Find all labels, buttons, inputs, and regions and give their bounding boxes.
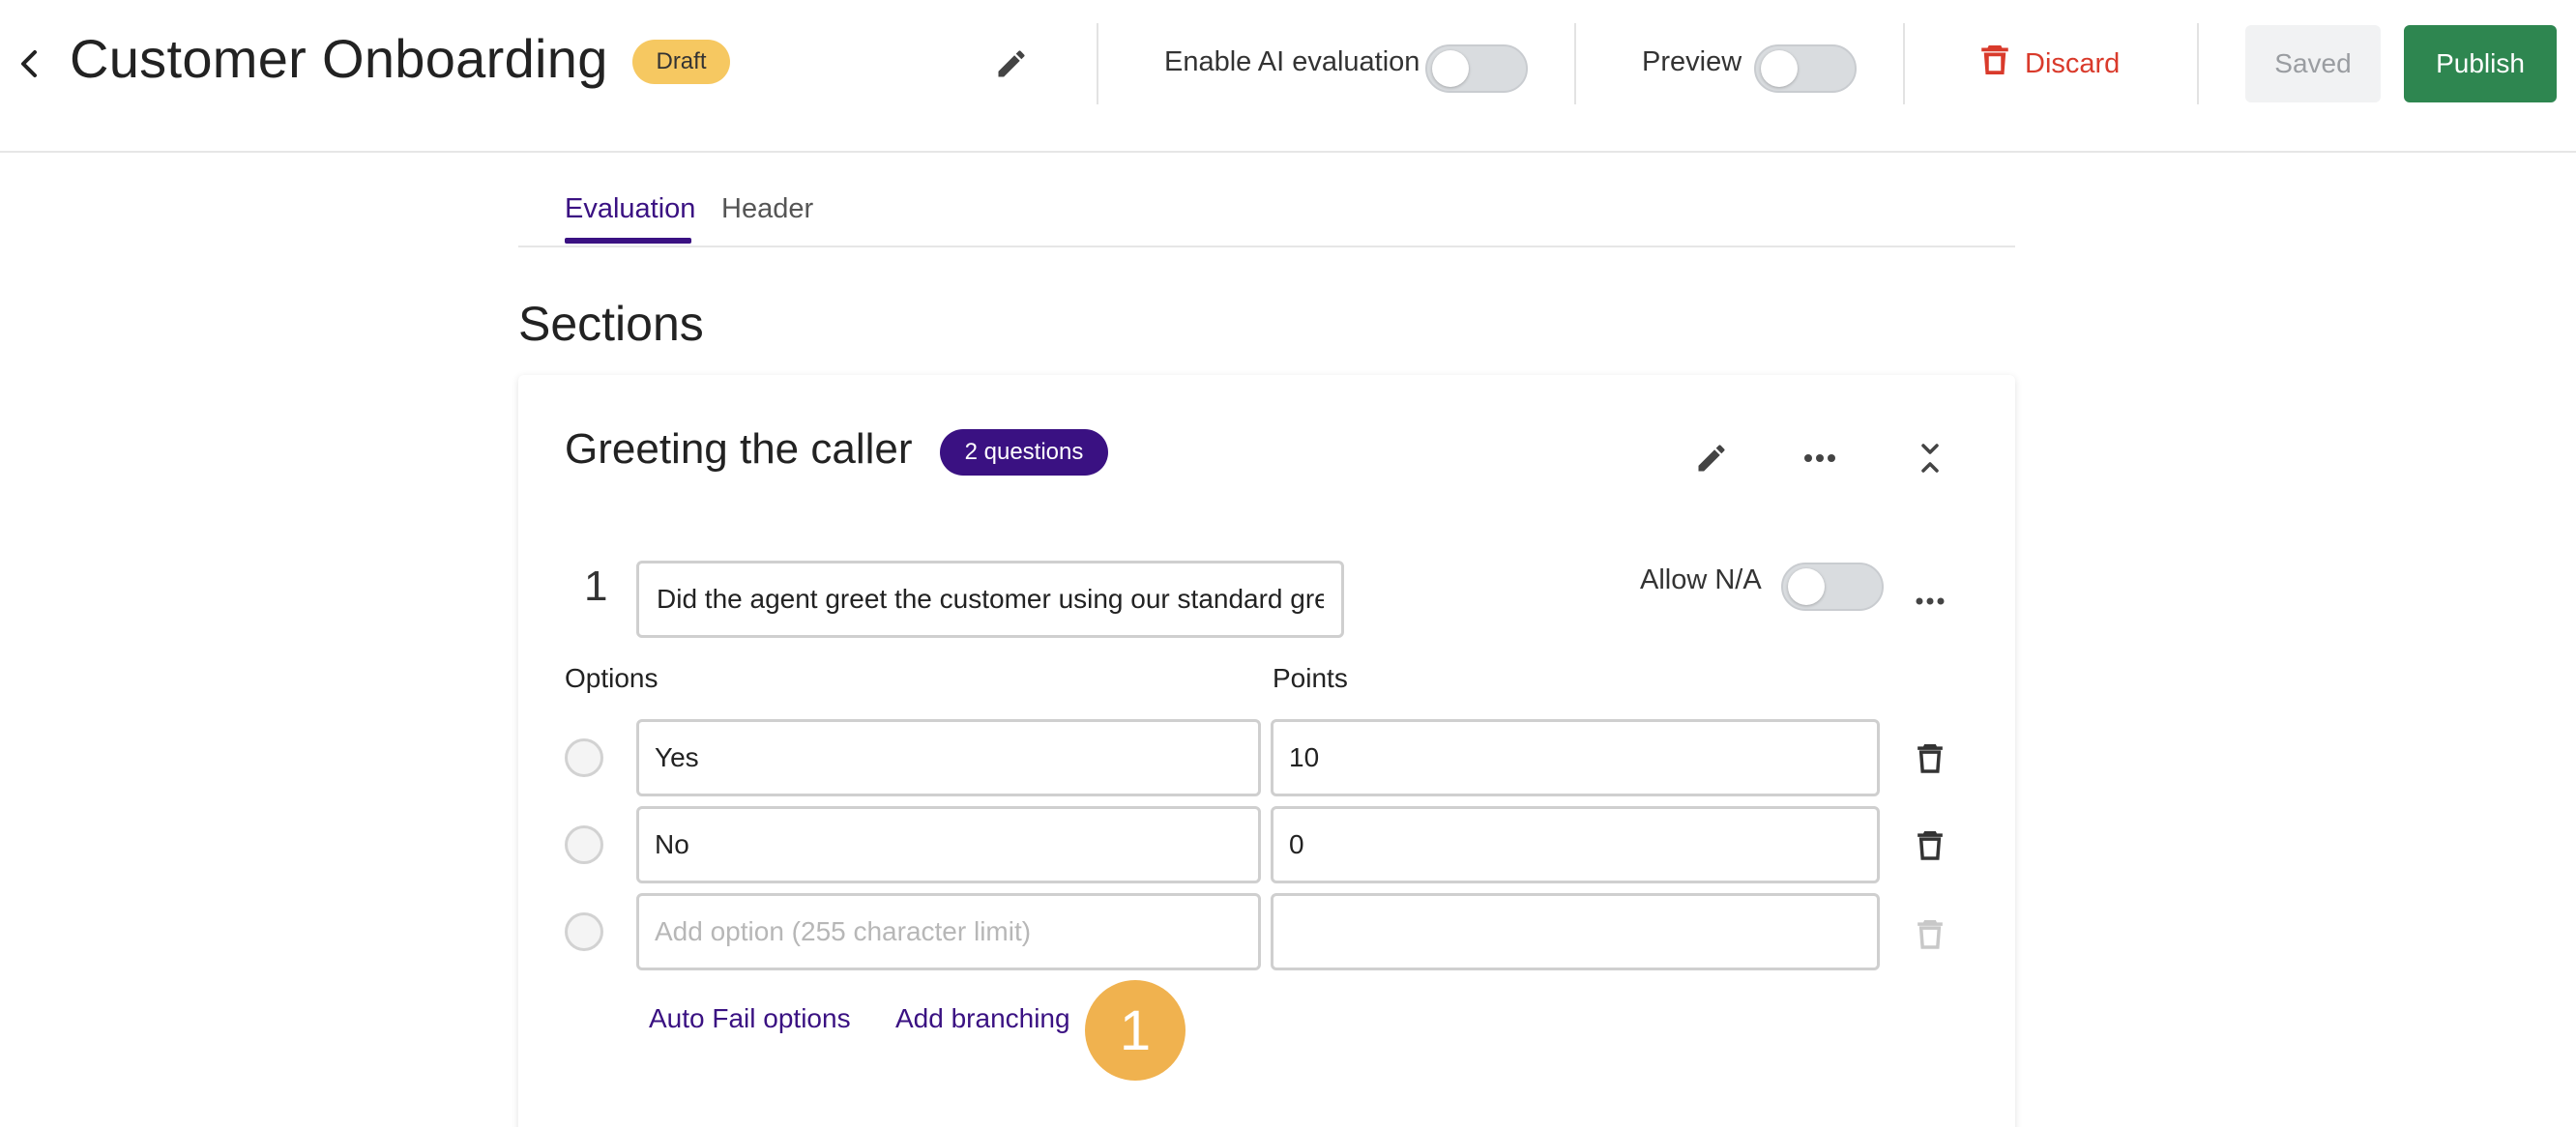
question-text-input[interactable] (636, 561, 1344, 638)
toggle-knob (1432, 50, 1469, 87)
collapse-icon[interactable] (1907, 435, 1953, 481)
option-radio[interactable] (565, 912, 603, 951)
divider (1903, 23, 1905, 104)
page-title: Customer Onboarding (70, 28, 608, 89)
section-title: Greeting the caller (565, 425, 913, 473)
option-label-input[interactable] (636, 719, 1261, 796)
trash-icon (1980, 43, 2009, 85)
toggle-knob (1761, 50, 1798, 87)
points-header: Points (1273, 663, 1348, 693)
tab-evaluation[interactable]: Evaluation (565, 193, 695, 225)
active-tab-indicator (565, 238, 691, 244)
ai-evaluation-label: Enable AI evaluation (1164, 46, 1420, 77)
allow-na-label: Allow N/A (1640, 564, 1762, 595)
pencil-icon[interactable] (1688, 435, 1735, 481)
section-card: Greeting the caller 2 questions 1 Allow … (518, 375, 2015, 1127)
divider (2197, 23, 2199, 104)
saved-button[interactable]: Saved (2245, 25, 2381, 102)
option-points-input[interactable] (1271, 806, 1880, 883)
publish-button[interactable]: Publish (2404, 25, 2557, 102)
more-horizontal-icon[interactable] (1797, 435, 1843, 481)
options-header: Options (565, 663, 659, 693)
ai-evaluation-toggle[interactable] (1425, 44, 1528, 93)
question-number: 1 (584, 563, 608, 610)
trash-icon (1909, 912, 1951, 955)
option-points-input[interactable] (1271, 719, 1880, 796)
top-header: Customer Onboarding Draft Enable AI eval… (0, 0, 2576, 153)
divider (1574, 23, 1576, 104)
tab-header[interactable]: Header (721, 193, 813, 225)
step-marker: 1 (1085, 980, 1186, 1081)
preview-label: Preview (1642, 46, 1742, 77)
add-branching-link[interactable]: Add branching (895, 1003, 1070, 1034)
trash-icon[interactable] (1909, 824, 1951, 866)
tab-bar: Evaluation Header (518, 184, 2015, 247)
option-radio[interactable] (565, 825, 603, 864)
chevron-left-icon[interactable] (10, 43, 48, 85)
sections-heading: Sections (518, 297, 704, 351)
preview-toggle[interactable] (1754, 44, 1857, 93)
new-option-points-input[interactable] (1271, 893, 1880, 970)
option-label-input[interactable] (636, 806, 1261, 883)
question-count-badge: 2 questions (940, 429, 1108, 476)
status-badge: Draft (632, 40, 730, 84)
discard-button[interactable]: Discard (1980, 39, 2120, 89)
pencil-icon[interactable] (990, 43, 1033, 85)
more-horizontal-icon[interactable] (1907, 578, 1953, 624)
auto-fail-options-link[interactable]: Auto Fail options (649, 1003, 851, 1034)
new-option-input[interactable] (636, 893, 1261, 970)
toggle-knob (1788, 568, 1825, 605)
trash-icon[interactable] (1909, 737, 1951, 779)
allow-na-toggle[interactable] (1781, 563, 1884, 611)
option-radio[interactable] (565, 738, 603, 777)
divider (1097, 23, 1098, 104)
discard-label: Discard (2025, 47, 2121, 79)
